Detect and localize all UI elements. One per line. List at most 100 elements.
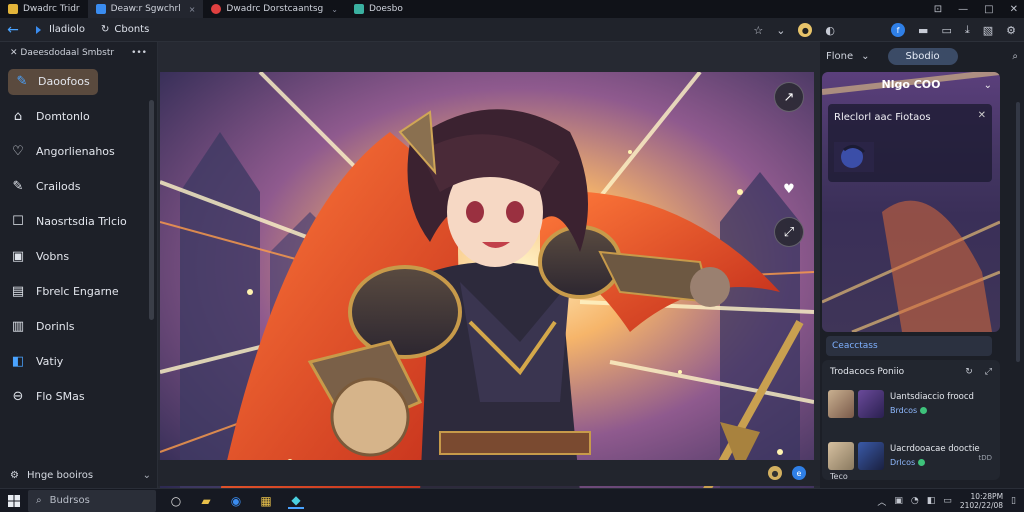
tab-4[interactable]: Doesbo xyxy=(346,0,411,18)
grid-icon: ▥ xyxy=(11,319,25,334)
taskbar-search[interactable]: ⌕ Budrsos xyxy=(28,489,156,512)
anime-artwork[interactable]: ↗ ♥ ⤢ xyxy=(160,72,814,502)
settings-icon[interactable]: ⚙ xyxy=(1006,24,1016,37)
bookmark-icon: ◧ xyxy=(11,354,25,369)
sidebar-item-label: Vobns xyxy=(36,250,70,263)
task-view-icon[interactable]: ○ xyxy=(168,493,184,509)
tab-dropdown-icon[interactable]: ⌄ xyxy=(331,5,338,14)
volume-icon[interactable]: ◧ xyxy=(927,496,936,506)
pencil-icon: ✎ xyxy=(16,74,28,89)
close-button[interactable]: ✕ xyxy=(1010,4,1018,15)
friend-status: Drlcos xyxy=(890,458,926,467)
network-icon[interactable]: ▣ xyxy=(894,496,903,506)
tab-close-icon[interactable]: × xyxy=(189,5,196,14)
sidebar-item-vatiy[interactable]: ◧ Vatiy xyxy=(0,344,157,379)
edge-icon[interactable]: e xyxy=(792,466,806,480)
friend-row[interactable]: Uacrdooacae dooctie Drlcos tDD xyxy=(828,442,994,474)
back-button[interactable]: ← xyxy=(0,22,26,38)
link-button[interactable]: Ceacctass xyxy=(826,336,992,356)
more-icon[interactable]: ••• xyxy=(131,48,147,58)
sidebar-item-domtonlo[interactable]: ⌂ Domtonlo xyxy=(0,99,157,134)
sidebar-item-naosrtsdia[interactable]: ☐ Naosrtsdia Trlcio xyxy=(0,204,157,239)
window-controls: ⊡ — □ ✕ xyxy=(934,0,1018,18)
profile-small-icon[interactable]: ● xyxy=(768,466,782,480)
clock-date: 2102/22/08 xyxy=(959,501,1004,510)
profile-icon[interactable]: ● xyxy=(798,23,813,37)
sidebar-item-daoofoos[interactable]: ✎ Daoofoos xyxy=(0,64,157,99)
tab-3[interactable]: Dwadrc Dorstcaantsg ⌄ xyxy=(203,0,346,18)
tab-favicon-icon xyxy=(211,4,222,14)
expand-icon[interactable]: ⤢ xyxy=(985,367,992,377)
list-icon: ▤ xyxy=(11,284,25,299)
wifi-icon[interactable]: ◔ xyxy=(911,496,919,506)
friend-row[interactable]: Uantsdiaccio froocd Brdcos xyxy=(828,390,994,422)
sidebar-close-icon[interactable]: ✕ xyxy=(10,48,20,58)
breadcrumb-1[interactable]: Iladiolo xyxy=(26,24,93,35)
tab-favicon-icon xyxy=(8,4,18,14)
browser-icon[interactable]: ◉ xyxy=(228,493,244,509)
battery-icon[interactable]: ▭ xyxy=(943,496,952,506)
chevron-icon xyxy=(36,25,41,34)
refresh-icon[interactable]: ↻ xyxy=(965,367,973,377)
gallery-icon[interactable]: ▧ xyxy=(983,24,993,37)
sidebar-item-label: Crailods xyxy=(36,180,81,193)
right-panel-header: Flone ⌄ Sbodio ⌕ xyxy=(820,42,1024,70)
online-indicator-icon xyxy=(920,407,928,414)
sidebar-item-label: Flo SMas xyxy=(36,390,85,403)
sidebar-footer[interactable]: ⚙ Hnge booiros ⌄ xyxy=(0,462,157,488)
sidebar-item-angorlienahos[interactable]: ♡ Angorlienahos xyxy=(0,134,157,169)
featured-card[interactable]: Nlgo COO ⌄ Rleclorl aac Fiotaos ✕ xyxy=(822,72,1000,332)
sidebar-item-dorinls[interactable]: ▥ Dorinls xyxy=(0,309,157,344)
card-title: Nlgo COO xyxy=(881,78,941,91)
tab-label: Dwadrc Dorstcaantsg xyxy=(226,4,324,14)
sidebar-header: ✕ Daeesdodaal Smbstr ••• xyxy=(0,42,157,64)
thumbnail-image[interactable] xyxy=(834,142,874,172)
notification-icon[interactable]: ▯ xyxy=(1011,496,1016,506)
minimize-button[interactable]: — xyxy=(958,4,968,15)
sidebar-item-label: Daoofoos xyxy=(38,75,90,88)
panel-icon[interactable]: ▭ xyxy=(941,24,951,37)
toolbar: ← Iladiolo ↻ Cbonts ☆ ⌄ ● ◐ f ▬ ▭ ⤓ ▧ ⚙ xyxy=(0,18,1024,42)
expand-overlay-button[interactable]: ⤢ xyxy=(774,217,804,247)
screen-icon[interactable]: ▬ xyxy=(918,24,928,37)
home-icon: ⌂ xyxy=(13,109,23,124)
studio-button[interactable]: Sbodio xyxy=(887,47,958,65)
chevron-up-icon[interactable]: ︿ xyxy=(877,495,886,508)
tab-1[interactable]: Dwadrc Tridr xyxy=(0,0,88,18)
avatar xyxy=(858,390,884,418)
pin-icon[interactable]: ⊡ xyxy=(934,4,942,15)
chevron-down-icon[interactable]: ⌄ xyxy=(984,80,992,91)
sidebar-item-fbrelc[interactable]: ▤ Fbrelc Engarne xyxy=(0,274,157,309)
app-icon[interactable]: ◆ xyxy=(288,493,304,509)
clock[interactable]: 10:28PM 2102/22/08 xyxy=(960,492,1003,510)
extension-icon[interactable]: f xyxy=(891,23,906,37)
right-panel-scrollbar[interactable] xyxy=(1016,102,1020,362)
share-overlay-button[interactable]: ↗ xyxy=(774,82,804,112)
search-placeholder: Budrsos xyxy=(49,495,90,506)
start-button[interactable] xyxy=(0,494,28,507)
breadcrumb-2[interactable]: ↻ Cbonts xyxy=(93,24,157,35)
friends-header-label: Trodacocs Poniio xyxy=(830,367,905,377)
sidebar-item-label: Naosrtsdia Trlcio xyxy=(36,215,127,228)
sidebar-item-flo-smas[interactable]: ⊖ Flo SMas xyxy=(0,379,157,414)
file-explorer-icon[interactable]: ▰ xyxy=(198,493,214,509)
tab-2[interactable]: Deaw:r Sgwchrl × xyxy=(87,0,204,18)
pen-icon: ✎ xyxy=(12,179,24,194)
sidebar-item-crailods[interactable]: ✎ Crailods xyxy=(0,169,157,204)
download-icon[interactable]: ⤓ xyxy=(965,23,970,37)
sidebar-item-vobns[interactable]: ▣ Vobns xyxy=(0,239,157,274)
folder-icon[interactable]: ▦ xyxy=(258,493,274,509)
sidebar-scrollbar[interactable] xyxy=(149,100,154,320)
chevron-down-icon[interactable]: ⌄ xyxy=(776,24,785,37)
sidebar-title: ✕ Daeesdodaal Smbstr xyxy=(10,48,115,58)
search-icon[interactable]: ⌕ xyxy=(1012,51,1018,62)
box-icon: ▣ xyxy=(11,249,25,264)
close-icon[interactable]: ✕ xyxy=(978,110,986,121)
maximize-button[interactable]: □ xyxy=(984,4,993,15)
sort-label[interactable]: Flone xyxy=(826,51,853,62)
star-icon[interactable]: ☆ xyxy=(753,24,763,37)
tab-bar: Dwadrc Tridr Deaw:r Sgwchrl × Dwadrc Dor… xyxy=(0,0,1024,18)
like-overlay-button[interactable]: ♥ xyxy=(774,174,804,204)
chevron-down-icon[interactable]: ⌄ xyxy=(861,51,869,62)
shield-icon[interactable]: ◐ xyxy=(825,24,835,37)
